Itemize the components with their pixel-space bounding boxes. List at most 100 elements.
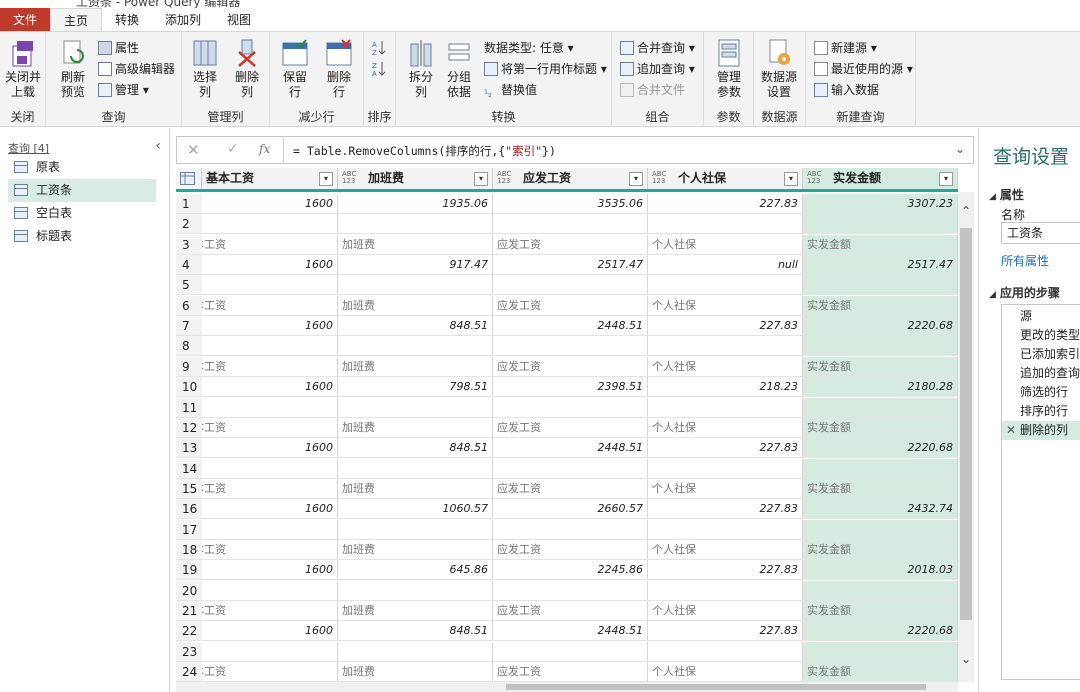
- row-number[interactable]: 20: [176, 580, 202, 601]
- step-added-index[interactable]: 已添加索引: [1002, 345, 1080, 364]
- any-type-icon[interactable]: ABC 123: [652, 171, 666, 185]
- table-cell[interactable]: 2245.86: [493, 560, 648, 581]
- table-cell[interactable]: 加班费: [338, 478, 493, 499]
- table-cell[interactable]: 基本工资: [202, 662, 338, 683]
- table-cell[interactable]: 2180.28: [803, 377, 958, 398]
- row-number[interactable]: 11: [176, 397, 202, 418]
- table-cell[interactable]: 应发工资: [493, 356, 648, 377]
- row-number[interactable]: 7: [176, 316, 202, 337]
- step-removed-columns[interactable]: ✕ 删除的列: [1002, 421, 1080, 440]
- column-header[interactable]: ABC 123 应发工资 ▾: [493, 168, 648, 189]
- sort-descending-button[interactable]: ZA: [372, 60, 386, 78]
- confirm-formula-icon[interactable]: ✓: [227, 141, 239, 157]
- vertical-scrollbar[interactable]: ⌃ ⌄: [958, 192, 974, 682]
- row-number[interactable]: 6: [176, 295, 202, 316]
- table-cell[interactable]: 应发工资: [493, 417, 648, 438]
- table-cell[interactable]: [803, 458, 958, 479]
- row-number[interactable]: 13: [176, 438, 202, 459]
- split-column-button[interactable]: 拆分 列: [400, 38, 442, 100]
- table-cell[interactable]: [493, 458, 648, 479]
- table-cell[interactable]: 1600: [202, 316, 338, 337]
- recent-sources-button[interactable]: 最近使用的源 ▾: [814, 60, 913, 78]
- filter-dropdown-icon[interactable]: ▾: [939, 172, 953, 186]
- table-cell[interactable]: 2448.51: [493, 621, 648, 642]
- tab-home[interactable]: 主页: [50, 8, 103, 32]
- table-cell[interactable]: 个人社保: [648, 662, 803, 683]
- collapse-panel-icon[interactable]: ‹: [155, 138, 161, 154]
- tab-add-column[interactable]: 添加列: [152, 8, 214, 32]
- table-cell[interactable]: [493, 519, 648, 540]
- row-number[interactable]: 1: [176, 194, 202, 214]
- fx-icon[interactable]: fx: [259, 142, 270, 156]
- table-cell[interactable]: 应发工资: [493, 601, 648, 621]
- table-cell[interactable]: 227.83: [648, 560, 803, 581]
- table-cell[interactable]: [202, 641, 338, 662]
- table-cell[interactable]: 基本工资: [202, 295, 338, 316]
- table-cell[interactable]: [202, 214, 338, 235]
- table-cell[interactable]: 2448.51: [493, 438, 648, 459]
- use-first-row-as-headers-button[interactable]: 将第一行用作标题 ▾: [484, 60, 607, 78]
- filter-dropdown-icon[interactable]: ▾: [629, 172, 643, 186]
- table-cell[interactable]: 1060.57: [338, 499, 493, 520]
- table-cell[interactable]: [202, 275, 338, 296]
- row-number[interactable]: 18: [176, 539, 202, 560]
- row-number[interactable]: 4: [176, 255, 202, 276]
- table-cell[interactable]: 实发金额: [803, 417, 958, 438]
- table-cell[interactable]: [648, 580, 803, 601]
- properties-section[interactable]: ◢ 属性: [989, 186, 1024, 203]
- table-cell[interactable]: 个人社保: [648, 234, 803, 255]
- table-cell[interactable]: 基本工资: [202, 601, 338, 621]
- table-cell[interactable]: 实发金额: [803, 662, 958, 683]
- row-number[interactable]: 21: [176, 601, 202, 621]
- merge-queries-button[interactable]: 合并查询 ▾: [620, 39, 695, 57]
- row-number[interactable]: 12: [176, 417, 202, 438]
- table-cell[interactable]: 3535.06: [493, 194, 648, 214]
- table-cell[interactable]: 218.23: [648, 377, 803, 398]
- table-cell[interactable]: 加班费: [338, 234, 493, 255]
- step-source[interactable]: 源: [1002, 307, 1080, 326]
- row-number[interactable]: 5: [176, 275, 202, 296]
- table-cell[interactable]: 加班费: [338, 539, 493, 560]
- table-cell[interactable]: 2660.57: [493, 499, 648, 520]
- table-cell[interactable]: 1600: [202, 377, 338, 398]
- properties-button[interactable]: 属性: [98, 39, 139, 57]
- append-queries-button[interactable]: 追加查询 ▾: [620, 60, 695, 78]
- step-filtered-rows[interactable]: 筛选的行: [1002, 383, 1080, 402]
- table-cell[interactable]: 个人社保: [648, 478, 803, 499]
- table-cell[interactable]: 基本工资: [202, 417, 338, 438]
- data-source-settings-button[interactable]: 数据源 设置: [758, 38, 800, 100]
- table-cell[interactable]: [803, 336, 958, 357]
- table-cell[interactable]: [648, 397, 803, 418]
- table-cell[interactable]: [648, 214, 803, 235]
- table-cell[interactable]: 848.51: [338, 621, 493, 642]
- table-cell[interactable]: 加班费: [338, 356, 493, 377]
- table-cell[interactable]: 1600: [202, 438, 338, 459]
- replace-values-button[interactable]: ¹₂ 替换值: [484, 81, 537, 100]
- table-cell[interactable]: 加班费: [338, 417, 493, 438]
- row-number[interactable]: 22: [176, 621, 202, 642]
- column-header[interactable]: ABC 123 实发金额 ▾: [803, 168, 958, 189]
- formula-input[interactable]: = Table.RemoveColumns(排序的行,{"索引"}): [293, 143, 556, 159]
- any-type-icon[interactable]: ABC 123: [497, 171, 511, 185]
- table-cell[interactable]: [338, 214, 493, 235]
- table-cell[interactable]: [202, 519, 338, 540]
- any-type-icon[interactable]: ABC 123: [807, 171, 821, 185]
- query-name-input[interactable]: 工资条: [1001, 222, 1080, 244]
- table-cell[interactable]: 实发金额: [803, 295, 958, 316]
- table-cell[interactable]: 2517.47: [493, 255, 648, 276]
- row-number[interactable]: 2: [176, 214, 202, 235]
- table-cell[interactable]: 应发工资: [493, 234, 648, 255]
- table-cell[interactable]: 加班费: [338, 662, 493, 683]
- column-header[interactable]: 基本工资 ▾: [202, 168, 338, 189]
- table-cell[interactable]: 实发金额: [803, 478, 958, 499]
- row-number[interactable]: 15: [176, 478, 202, 499]
- close-and-load-button[interactable]: 关闭并 上载: [2, 38, 44, 100]
- table-cell[interactable]: 个人社保: [648, 417, 803, 438]
- row-number[interactable]: 8: [176, 336, 202, 357]
- table-cell[interactable]: 2220.68: [803, 438, 958, 459]
- table-cell[interactable]: 1600: [202, 621, 338, 642]
- table-cell[interactable]: 2220.68: [803, 621, 958, 642]
- table-cell[interactable]: [648, 458, 803, 479]
- table-cell[interactable]: 227.83: [648, 316, 803, 337]
- sort-ascending-button[interactable]: AZ: [372, 39, 386, 57]
